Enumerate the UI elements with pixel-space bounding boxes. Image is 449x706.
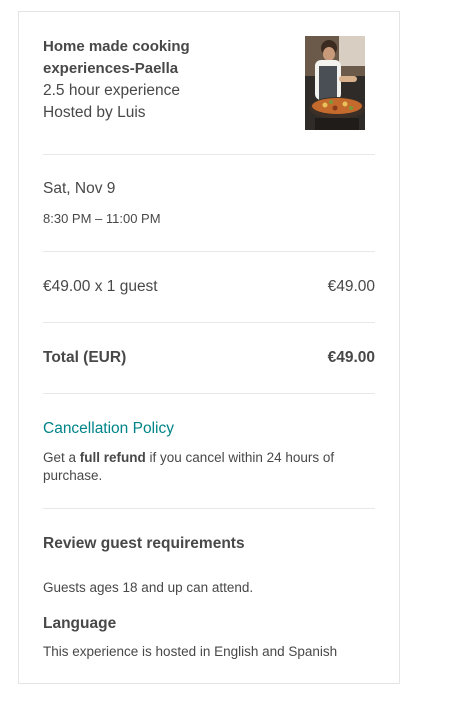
price-line-label: €49.00 x 1 guest xyxy=(43,278,158,295)
experience-thumbnail xyxy=(305,36,365,130)
divider xyxy=(43,508,375,509)
price-line-amount: €49.00 xyxy=(327,278,375,295)
divider xyxy=(43,154,375,155)
age-requirement-text: Guests ages 18 and up can attend. xyxy=(43,580,254,595)
divider xyxy=(43,322,375,323)
cancellation-policy-text: Get a full refund if you cancel within 2… xyxy=(43,449,375,485)
experience-title-line-2: experiences-Paella xyxy=(43,60,179,77)
divider xyxy=(43,251,375,252)
total-row: Total (EUR) €49.00 xyxy=(43,349,375,367)
total-amount: €49.00 xyxy=(327,349,375,366)
experience-time: 8:30 PM – 11:00 PM xyxy=(43,211,161,226)
cancellation-text-bold: full refund xyxy=(79,450,146,465)
paella-cooking-photo-icon xyxy=(305,36,365,130)
divider xyxy=(43,393,375,394)
experience-info: Home made cooking experiences-Paella 2.5… xyxy=(43,36,293,124)
experience-host: Hosted by Luis xyxy=(43,104,146,121)
price-line-row: €49.00 x 1 guest €49.00 xyxy=(43,278,375,296)
total-label: Total (EUR) xyxy=(43,349,127,366)
experience-title-line-1: Home made cooking xyxy=(43,38,190,55)
booking-summary-card: Home made cooking experiences-Paella 2.5… xyxy=(18,11,400,684)
cancellation-text-prefix: Get a xyxy=(43,450,80,465)
experience-date: Sat, Nov 9 xyxy=(43,180,116,197)
language-title: Language xyxy=(43,615,117,632)
cancellation-policy-link[interactable]: Cancellation Policy xyxy=(43,420,174,438)
booking-summary-content: Home made cooking experiences-Paella 2.5… xyxy=(43,12,375,683)
guest-requirements-title: Review guest requirements xyxy=(43,535,245,552)
experience-duration: 2.5 hour experience xyxy=(43,82,181,99)
language-text: This experience is hosted in English and… xyxy=(43,644,338,659)
